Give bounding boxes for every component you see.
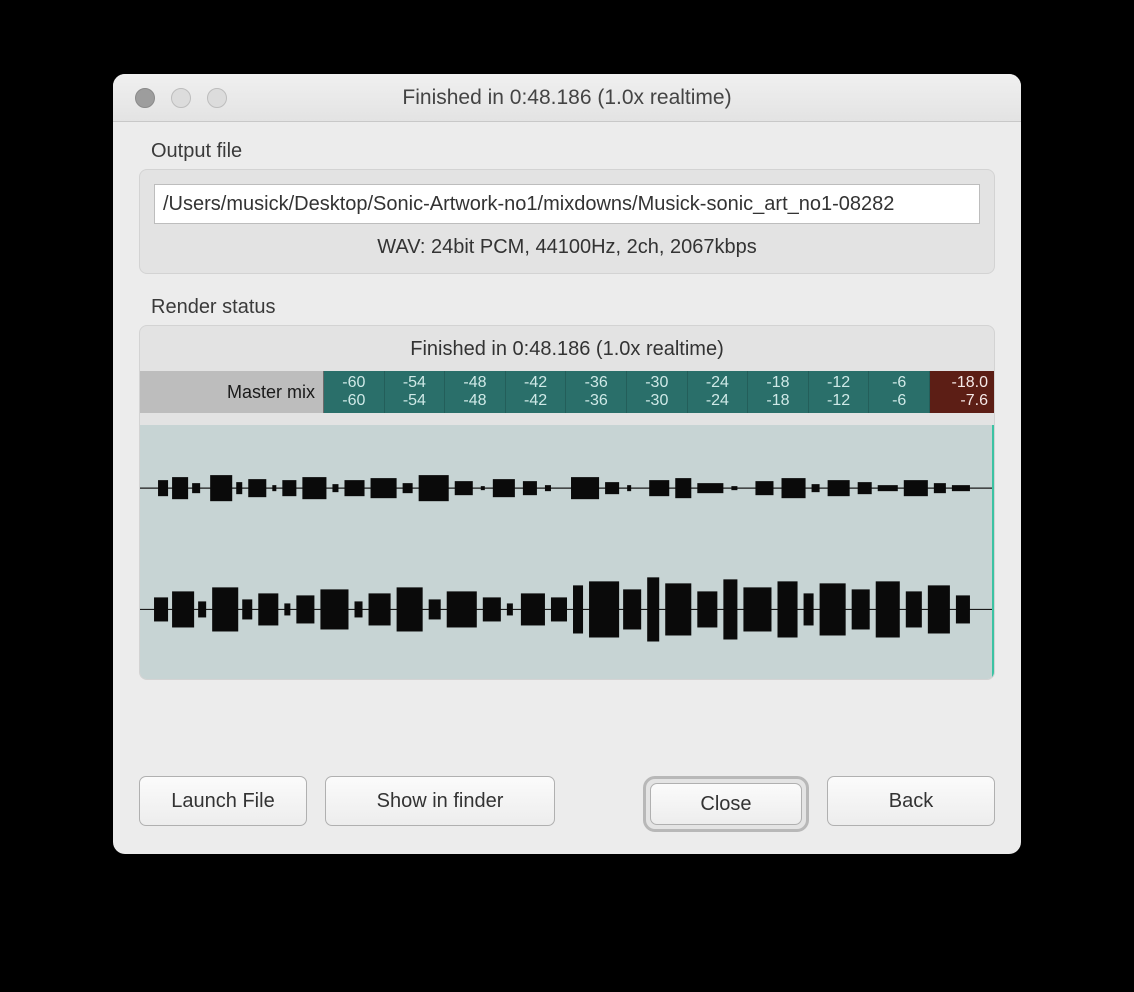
content-area: Output file WAV: 24bit PCM, 44100Hz, 2ch…: [113, 122, 1021, 680]
window-title: Finished in 0:48.186 (1.0x realtime): [113, 86, 1021, 110]
meter-db-scale: -60-60 -54-54 -48-48 -42-42 -36-36 -30-3…: [324, 371, 930, 413]
close-button[interactable]: Close: [650, 783, 802, 825]
db-tick: -24: [706, 392, 729, 410]
db-tick: -54: [403, 392, 426, 410]
launch-file-button[interactable]: Launch File: [139, 776, 307, 826]
waveform-display: [140, 425, 994, 679]
render-status-label: Render status: [151, 296, 995, 319]
level-meter: Master mix -60-60 -54-54 -48-48 -42-42 -…: [140, 371, 994, 413]
output-file-label: Output file: [151, 140, 995, 163]
db-tick: -12: [827, 392, 850, 410]
titlebar: Finished in 0:48.186 (1.0x realtime): [113, 74, 1021, 122]
render-status-panel: Finished in 0:48.186 (1.0x realtime) Mas…: [139, 325, 995, 680]
output-path-field[interactable]: [154, 184, 980, 224]
db-tick: -6: [892, 374, 906, 392]
db-tick: -12: [827, 374, 850, 392]
close-window-icon[interactable]: [135, 88, 155, 108]
render-finished-dialog: Finished in 0:48.186 (1.0x realtime) Out…: [113, 74, 1021, 854]
minimize-window-icon: [171, 88, 191, 108]
show-in-finder-button[interactable]: Show in finder: [325, 776, 555, 826]
db-tick: -48: [463, 392, 486, 410]
db-tick: -60: [342, 392, 365, 410]
render-status-text: Finished in 0:48.186 (1.0x realtime): [140, 326, 994, 371]
output-format-text: WAV: 24bit PCM, 44100Hz, 2ch, 2067kbps: [154, 236, 980, 259]
traffic-lights: [113, 88, 227, 108]
waveform-icon: [140, 425, 992, 680]
db-tick: -54: [403, 374, 426, 392]
db-tick: -36: [585, 392, 608, 410]
maximize-window-icon: [207, 88, 227, 108]
peak-bottom: -7.6: [960, 392, 988, 410]
db-tick: -30: [645, 374, 668, 392]
db-tick: -6: [892, 392, 906, 410]
db-tick: -30: [645, 392, 668, 410]
db-tick: -36: [585, 374, 608, 392]
db-tick: -48: [463, 374, 486, 392]
db-tick: -24: [706, 374, 729, 392]
meter-mix-label: Master mix: [140, 371, 324, 413]
meter-peak-readout: -18.0 -7.6: [930, 371, 994, 413]
db-tick: -42: [524, 374, 547, 392]
db-tick: -42: [524, 392, 547, 410]
db-tick: -18: [766, 392, 789, 410]
db-tick: -60: [342, 374, 365, 392]
back-button[interactable]: Back: [827, 776, 995, 826]
default-button-ring: Close: [643, 776, 809, 832]
db-tick: -18: [766, 374, 789, 392]
button-bar: Launch File Show in finder Close Back: [139, 776, 995, 832]
output-file-panel: WAV: 24bit PCM, 44100Hz, 2ch, 2067kbps: [139, 169, 995, 274]
peak-top: -18.0: [952, 374, 988, 392]
